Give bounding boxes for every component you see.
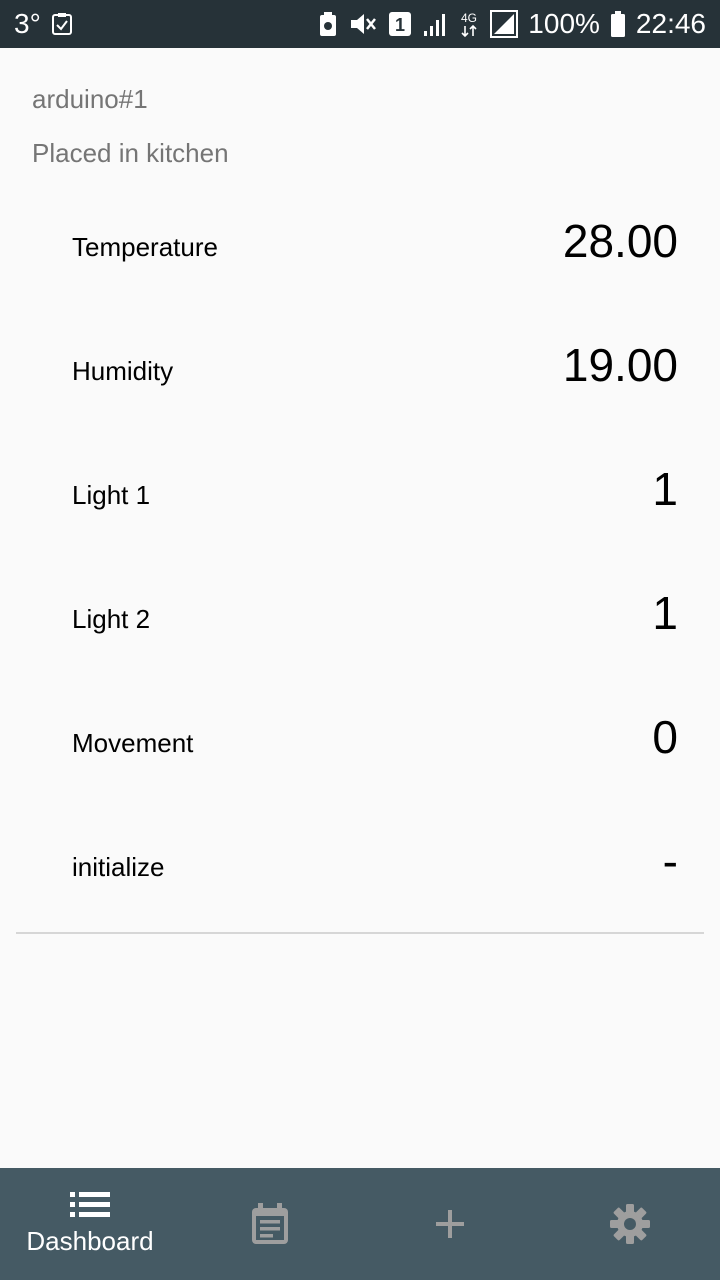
sensor-row-temperature: Temperature 28.00 (0, 180, 720, 304)
bottom-navigation: Dashboard (0, 1168, 720, 1280)
mute-icon (348, 11, 378, 37)
sensor-row-humidity: Humidity 19.00 (0, 304, 720, 428)
notification-count: 3° (14, 8, 41, 39)
sensor-row-light-2: Light 2 1 (0, 552, 720, 676)
network-type-icon: 4G (458, 10, 480, 38)
sensor-value: 1 (652, 587, 678, 639)
sensor-row-initialize: initialize - (0, 800, 720, 924)
nav-add[interactable] (360, 1168, 540, 1280)
sim-slot-text: 1 (395, 15, 405, 35)
sensor-label: Temperature (72, 232, 218, 262)
status-right: 1 4G 100% 22:46 (318, 8, 706, 40)
list-divider (16, 932, 704, 934)
sensor-value: 19.00 (562, 339, 678, 391)
sensor-list: Temperature 28.00 Humidity 19.00 Light 1… (0, 180, 720, 924)
nav-events[interactable] (180, 1168, 360, 1280)
nav-dashboard[interactable]: Dashboard (0, 1168, 180, 1280)
sensor-value: - (662, 835, 678, 887)
sensor-row-light-1: Light 1 1 (0, 428, 720, 552)
device-name: arduino#1 (32, 84, 148, 114)
sim-icon: 1 (388, 11, 412, 37)
sensor-value: 0 (652, 711, 678, 763)
sensor-value: 28.00 (562, 215, 678, 267)
battery-icon (610, 10, 626, 38)
sensor-row-movement: Movement 0 (0, 676, 720, 800)
sensor-label: Movement (72, 728, 194, 758)
status-left: 3° (14, 8, 73, 40)
plus-icon (434, 1208, 466, 1240)
battery-percent: 100% (528, 8, 600, 39)
gear-icon (609, 1203, 651, 1245)
nav-dashboard-label: Dashboard (26, 1225, 154, 1256)
sensor-label: Light 1 (72, 480, 151, 510)
device-location: Placed in kitchen (32, 138, 229, 168)
sensor-label: Humidity (72, 356, 174, 386)
network-type-text: 4G (461, 11, 477, 25)
list-icon (70, 1191, 110, 1218)
battery-saver-icon (318, 11, 338, 37)
sensor-label: initialize (72, 852, 165, 882)
calendar-note-icon (250, 1202, 290, 1246)
status-bar: 3° 1 4G 100% 22:46 (0, 0, 720, 48)
sensor-value: 1 (652, 463, 678, 515)
task-icon (51, 12, 73, 36)
clock: 22:46 (635, 8, 706, 39)
sensor-label: Light 2 (72, 604, 151, 634)
nav-settings[interactable] (540, 1168, 720, 1280)
signal-icon (422, 11, 448, 37)
cell-signal-icon (490, 10, 519, 38)
